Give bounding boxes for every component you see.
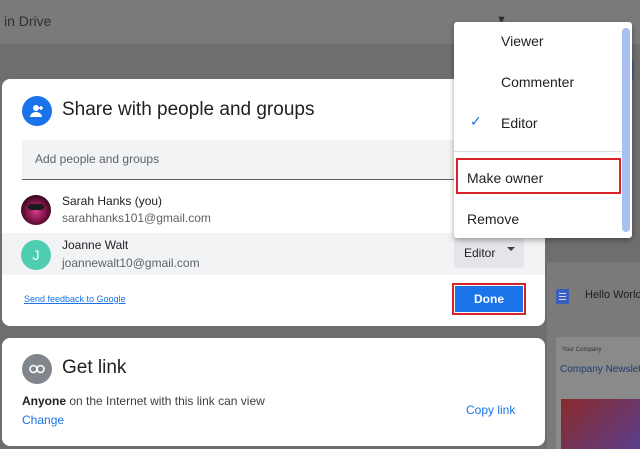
role-dropdown[interactable]: Editor — [454, 238, 524, 268]
role-menu — [454, 22, 632, 238]
person-email: joannewalt10@gmail.com — [62, 256, 200, 270]
share-title: Share with people and groups — [62, 99, 315, 120]
role-dropdown-label: Editor — [464, 246, 496, 260]
link-access-rest: on the Internet with this link can view — [69, 394, 265, 408]
link-icon — [22, 354, 52, 384]
chevron-down-icon — [507, 247, 515, 251]
doc-icon — [556, 289, 569, 304]
person-name: Joanne Walt — [62, 238, 129, 252]
thumbnail-title: Company Newsletter — [560, 364, 640, 375]
drive-title: in Drive — [4, 13, 52, 29]
check-icon: ✓ — [470, 113, 482, 129]
change-access-link[interactable]: Change — [22, 413, 64, 427]
copy-link-button[interactable]: Copy link — [466, 403, 515, 417]
menu-item-viewer[interactable]: Viewer — [501, 33, 544, 49]
thumbnail-caption: Your Company — [562, 347, 602, 353]
send-feedback-link[interactable]: Send feedback to Google — [24, 294, 126, 304]
avatar — [21, 195, 51, 225]
avatar: J — [21, 240, 51, 270]
add-people-placeholder: Add people and groups — [35, 152, 160, 166]
menu-item-remove[interactable]: Remove — [467, 211, 519, 227]
menu-divider — [454, 151, 624, 152]
link-access-description: Anyone on the Internet with this link ca… — [22, 394, 265, 408]
get-link-title: Get link — [62, 357, 127, 378]
menu-item-make-owner[interactable]: Make owner — [467, 170, 543, 186]
person-email: sarahhanks101@gmail.com — [62, 211, 211, 225]
get-link-card — [2, 338, 545, 446]
link-access-scope: Anyone — [22, 394, 67, 408]
menu-item-commenter[interactable]: Commenter — [501, 74, 574, 90]
add-person-icon — [22, 96, 52, 126]
menu-item-editor[interactable]: Editor — [501, 115, 538, 131]
person-name: Sarah Hanks (you) — [62, 194, 163, 208]
thumbnail-image — [561, 399, 640, 449]
menu-scrollbar[interactable] — [622, 28, 630, 232]
done-button[interactable]: Done — [455, 286, 523, 312]
background-doc-title: Hello World — [585, 289, 640, 301]
